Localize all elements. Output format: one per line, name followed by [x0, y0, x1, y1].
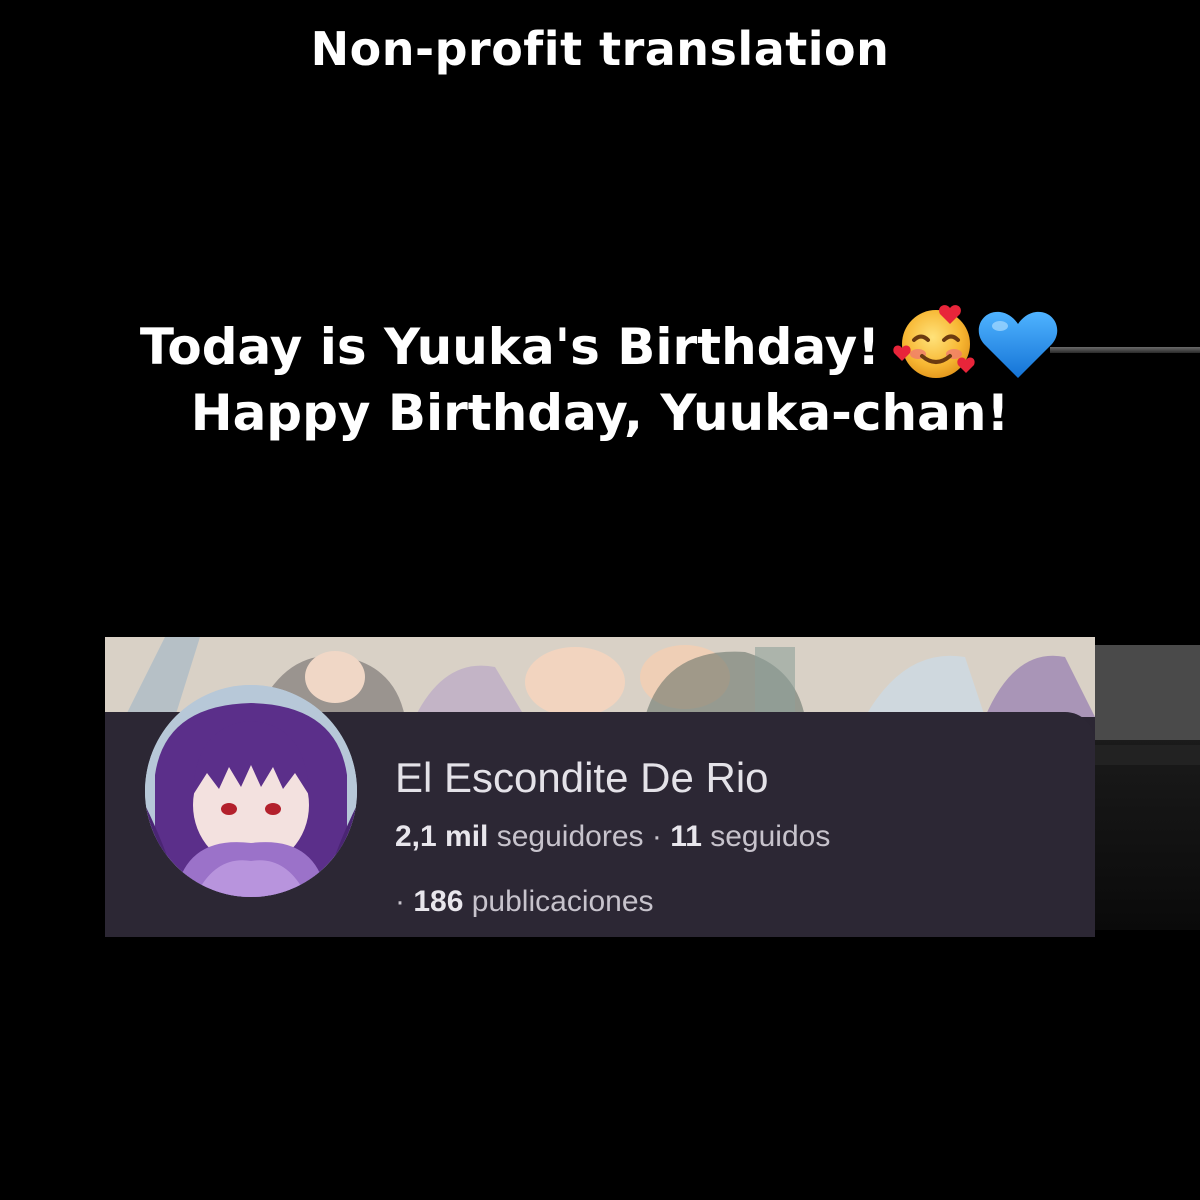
- followers-count: 2,1 mil: [395, 820, 489, 853]
- following-label[interactable]: seguidos: [710, 820, 830, 853]
- follow-stats: 2,1 mil seguidores · 11 seguidos: [395, 820, 830, 854]
- birthday-message-line-1: Today is Yuuka's Birthday!: [0, 300, 1200, 382]
- decorative-divider: [1050, 347, 1200, 353]
- channel-name[interactable]: El Escondite De Rio: [395, 754, 769, 802]
- posts-count: 186: [413, 885, 464, 918]
- blue-heart-icon: [976, 306, 1060, 382]
- smiling-face-with-hearts-icon: [890, 300, 982, 382]
- edge-fragment-band: [1095, 745, 1200, 765]
- followers-label[interactable]: seguidores: [497, 820, 644, 853]
- birthday-message: Today is Yuuka's Birthday! Happy Birthda…: [0, 300, 1200, 444]
- edge-fragment-top: [1095, 645, 1200, 740]
- translation-caption: Non-profit translation: [310, 22, 890, 76]
- stats-separator: ·: [651, 820, 662, 853]
- following-count: 11: [670, 820, 702, 853]
- birthday-text: Today is Yuuka's Birthday!: [139, 318, 881, 376]
- screenshot-edge-fragment: [1095, 645, 1200, 930]
- avatar[interactable]: [145, 685, 357, 897]
- avatar-image: [145, 685, 357, 897]
- stats-separator: ·: [395, 885, 405, 918]
- post-stats: · 186 publicaciones: [395, 885, 654, 919]
- birthday-message-line-2: Happy Birthday, Yuuka-chan!: [190, 384, 1010, 442]
- posts-label: publicaciones: [471, 885, 654, 918]
- profile-card[interactable]: El Escondite De Rio 2,1 mil seguidores ·…: [105, 637, 1095, 937]
